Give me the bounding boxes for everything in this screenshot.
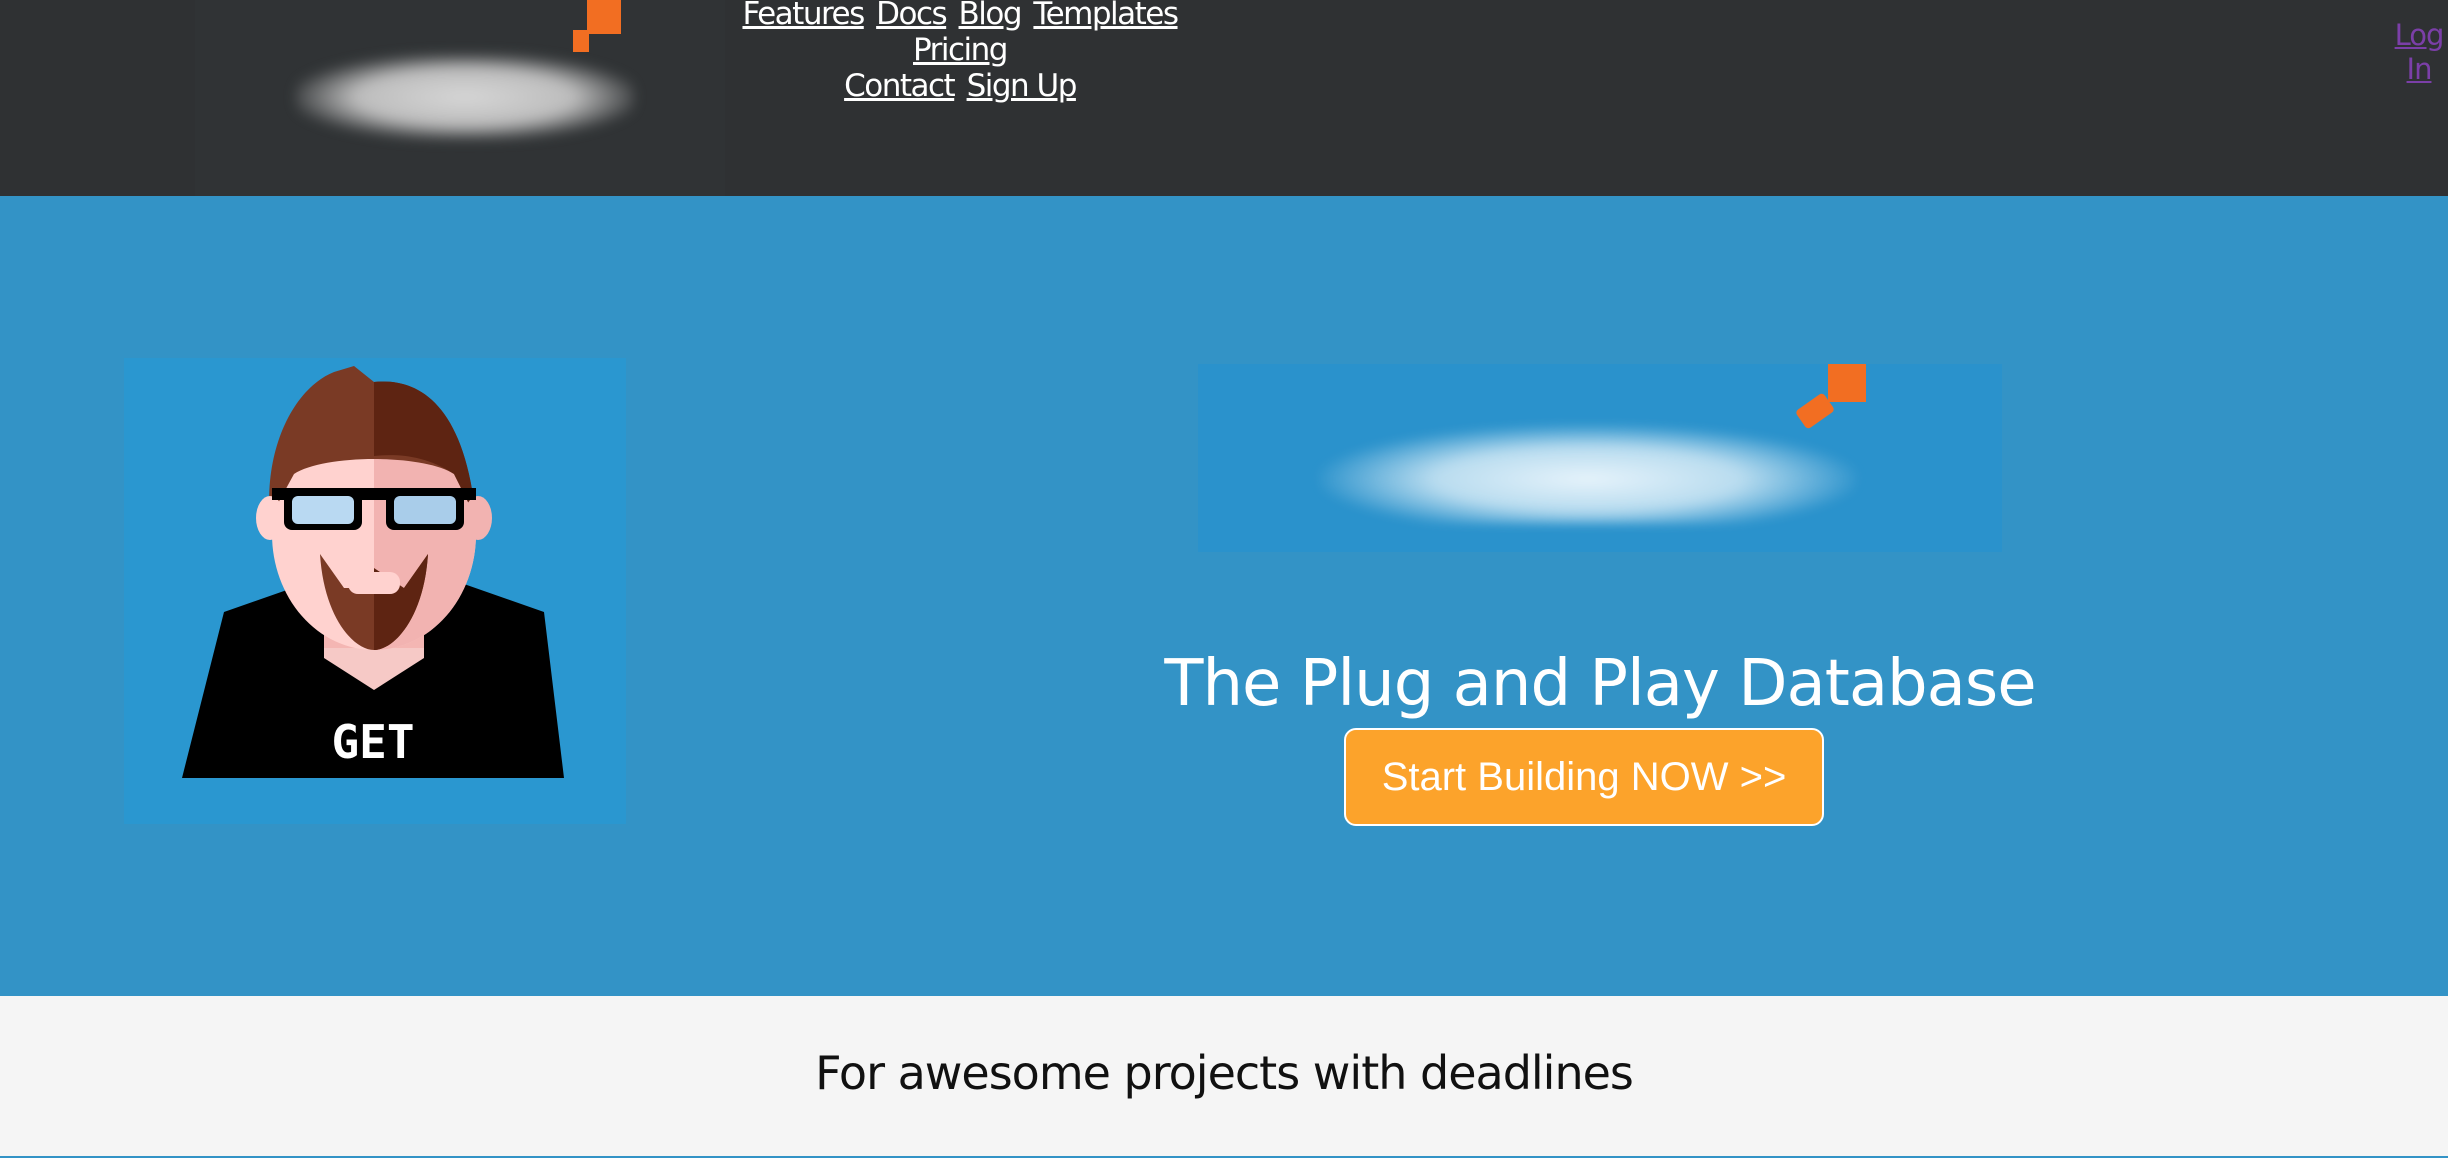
login-link[interactable]: Log In [2390,18,2448,86]
logo-flag-icon [1828,364,1866,402]
shirt-text: GET [331,715,414,769]
nav-link-blog[interactable]: Blog [959,0,1023,32]
nav-link-features[interactable]: Features [742,0,865,32]
nav-link-signup[interactable]: Sign Up [967,68,1078,104]
scrollbar-track[interactable] [2448,0,2456,1158]
tagline-text: For awesome projects with deadlines [815,1046,1634,1100]
nav-link-contact[interactable]: Contact [844,68,956,104]
nav-links: Features Docs Blog Templates Pricing Con… [720,0,1200,104]
site-logo[interactable] [195,0,725,196]
avatar-illustration: GET [182,366,564,778]
cloud-logo-icon [1318,424,1858,524]
hero-section: GET The Plug and Play Database Start Bui… [0,196,2448,996]
nav-link-templates[interactable]: Templates [1033,0,1179,32]
start-building-button[interactable]: Start Building NOW >> [1344,728,1824,826]
tagline-section: For awesome projects with deadlines [0,996,2448,1158]
nav-link-pricing[interactable]: Pricing [913,32,1009,68]
logo-flag-stem-icon [573,30,589,52]
logo-flag-icon [587,0,621,34]
developer-avatar-icon: GET [124,358,626,824]
top-nav-bar: Features Docs Blog Templates Pricing Con… [0,0,2448,196]
brand-logo [1198,364,2002,552]
nav-link-docs[interactable]: Docs [876,0,948,32]
cloud-logo-icon [295,54,635,140]
